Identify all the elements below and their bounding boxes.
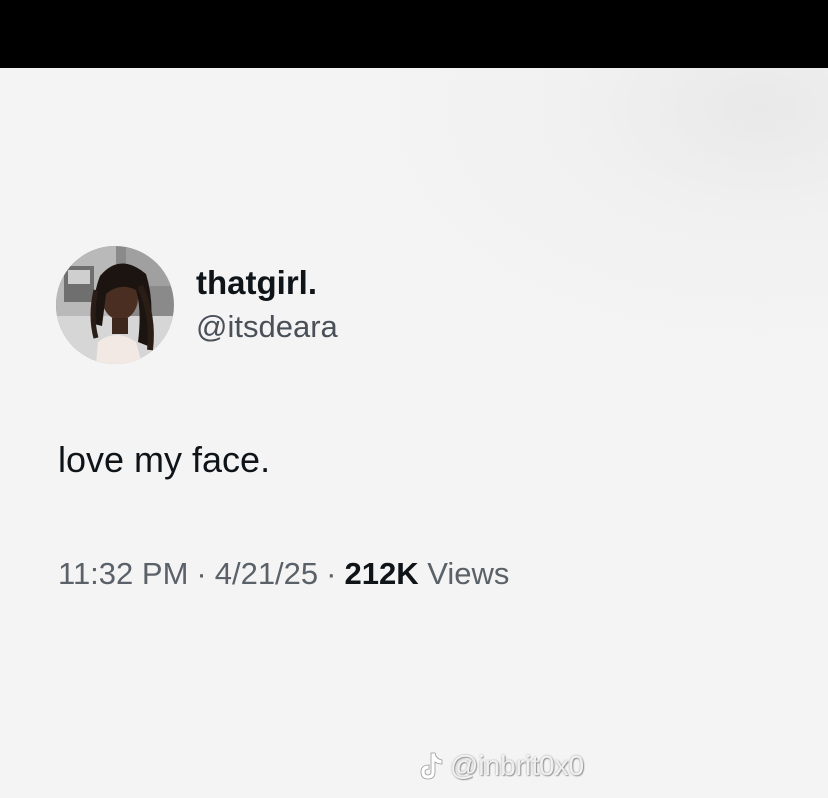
tweet-date[interactable]: 4/21/25 xyxy=(215,556,318,591)
avatar-photo-icon xyxy=(56,246,174,364)
display-name[interactable]: thatgirl. xyxy=(196,263,338,303)
views-label: Views xyxy=(427,556,510,591)
views-count[interactable]: 212K xyxy=(344,556,418,591)
tiktok-icon xyxy=(420,752,443,780)
user-handle[interactable]: @itsdeara xyxy=(196,307,338,347)
tweet-identity: thatgirl. @itsdeara xyxy=(196,263,338,347)
meta-separator: · xyxy=(196,556,207,591)
tweet-text: love my face. xyxy=(58,439,271,480)
meta-separator: · xyxy=(326,556,337,591)
tweet-screenshot xyxy=(0,68,828,798)
avatar[interactable] xyxy=(56,246,174,364)
watermark-text: @inbrit0x0 xyxy=(450,750,585,781)
tweet-header: thatgirl. @itsdeara xyxy=(56,246,338,364)
watermark: @inbrit0x0 xyxy=(416,748,584,784)
top-black-bar xyxy=(0,0,828,68)
tweet-meta: 11:32 PM · 4/21/25 · 212K Views xyxy=(58,554,509,594)
tweet-time[interactable]: 11:32 PM xyxy=(58,556,188,591)
